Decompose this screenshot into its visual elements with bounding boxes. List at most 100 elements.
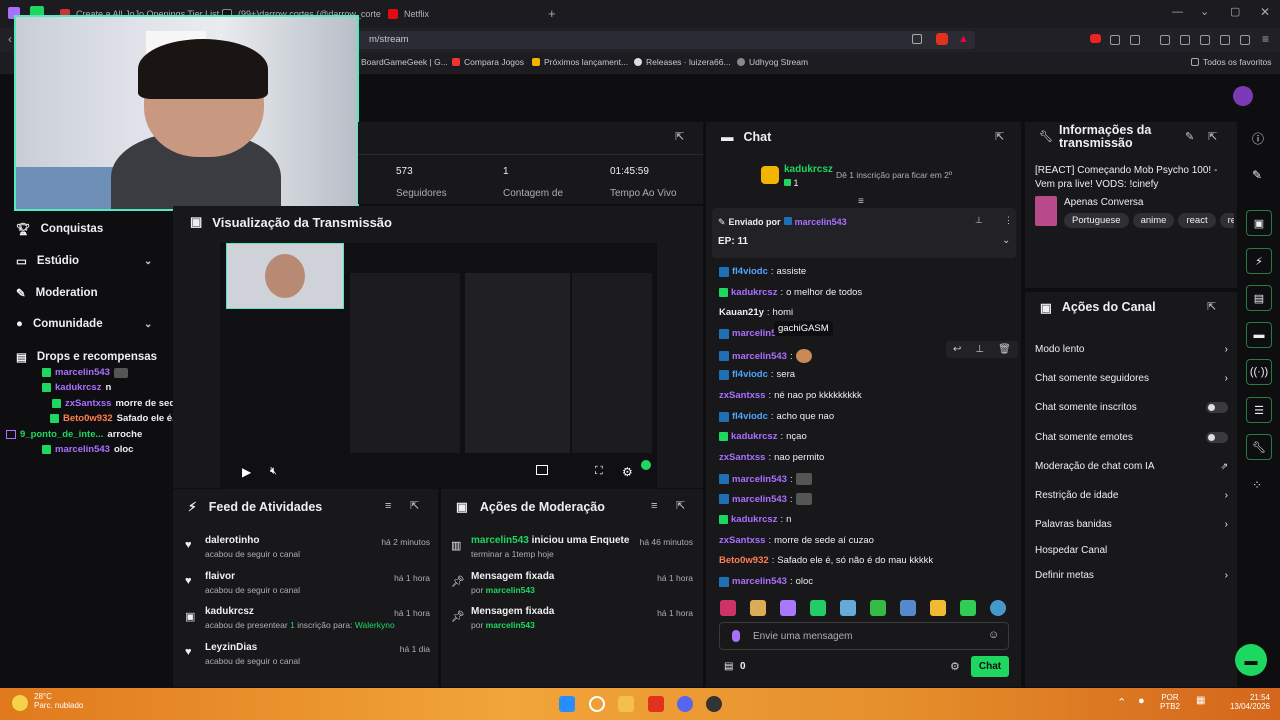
url-field[interactable]: m/stream	[355, 31, 975, 49]
action-age-restriction[interactable]: Restrição de idade ›	[1035, 490, 1228, 501]
start-icon[interactable]	[559, 696, 575, 712]
bookmark-udhyog[interactable]: Udhyog Stream	[737, 57, 808, 67]
network-icon[interactable]: ▦	[1196, 695, 1205, 706]
tag[interactable]: Portuguese	[1064, 213, 1129, 228]
mic-icon[interactable]	[732, 630, 740, 642]
rail-camera-button[interactable]: ▣	[1246, 210, 1272, 236]
chat-input[interactable]: Envie uma mensagem ☺	[719, 622, 1009, 650]
rail-wrench-button[interactable]: 🔧︎	[1246, 434, 1272, 460]
rail-bolt-button[interactable]: ⚡︎	[1246, 248, 1272, 274]
leo-icon[interactable]	[1220, 35, 1230, 45]
vpn-icon[interactable]	[1240, 35, 1250, 45]
subscribers-only-toggle[interactable]	[1206, 402, 1228, 413]
popout-icon[interactable]: ⇱	[1208, 130, 1217, 143]
filter-icon[interactable]: ≡	[651, 500, 657, 512]
help-chat-button[interactable]: ▬	[1235, 644, 1267, 676]
action-subscribers-only[interactable]: Chat somente inscritos	[1035, 402, 1228, 413]
preview-video[interactable]: ▶ 🔇︎ ⛶ ⚙︎	[220, 243, 657, 489]
emote-icon[interactable]	[930, 600, 946, 616]
sidebar-item-moderation[interactable]: ✎ Moderation	[16, 286, 98, 300]
media-icon[interactable]	[1160, 35, 1170, 45]
action-set-goals[interactable]: Definir metas ›	[1035, 570, 1228, 581]
emote-icon[interactable]	[810, 600, 826, 616]
action-followers-only[interactable]: Chat somente seguidores ›	[1035, 373, 1228, 384]
chat-message[interactable]: marcelin543:	[719, 493, 812, 505]
action-banned-words[interactable]: Palavras banidas ›	[1035, 519, 1228, 530]
popout-icon[interactable]: ⇱	[675, 130, 684, 143]
emoji-icon[interactable]: ☺	[988, 629, 999, 641]
chat-message[interactable]: marcelin543:	[719, 473, 812, 485]
play-icon[interactable]: ▶	[242, 465, 251, 479]
chat-message[interactable]: zxSantxss: né nao po kkkkkkkkk	[719, 390, 862, 401]
menu-icon[interactable]: ≡	[1262, 32, 1269, 46]
emote-icon[interactable]	[840, 600, 856, 616]
chat-message[interactable]: fl4viodc: sera	[719, 369, 795, 380]
brave-shield-icon[interactable]	[936, 33, 948, 45]
sidebar-icon[interactable]	[1180, 35, 1190, 45]
chat-message[interactable]: marcelin543: oloc	[719, 576, 813, 587]
popout-icon[interactable]: ⇱	[676, 499, 685, 512]
bookmark-proximos[interactable]: Próximos lançament...	[532, 57, 628, 67]
maximize-icon[interactable]: ▢	[1230, 5, 1240, 18]
tray-chevron-icon[interactable]: ⌃	[1117, 696, 1126, 709]
popout-icon[interactable]: ⇱	[410, 499, 419, 512]
pin-icon[interactable]: ⊥	[975, 344, 984, 355]
sidebar-item-comunidade[interactable]: ● Comunidade ⌄	[16, 318, 152, 330]
action-host-channel[interactable]: Hospedar Canal	[1035, 545, 1228, 556]
extension-icon[interactable]	[1110, 35, 1120, 45]
gift-prompt[interactable]: Dê 1 inscrição para ficar em 2º	[836, 170, 952, 180]
tag[interactable]: react	[1178, 213, 1216, 228]
emote-icon[interactable]	[990, 600, 1006, 616]
fullscreen-icon[interactable]: ⛶	[595, 465, 603, 478]
theater-icon[interactable]	[536, 465, 548, 475]
chat-message[interactable]: zxSantxss: morre de sede aí cuzao	[719, 535, 874, 546]
sidebar-item-drops[interactable]: ▤ Drops e recompensas	[16, 350, 157, 364]
category-name[interactable]: Apenas Conversa	[1064, 197, 1144, 208]
youtube-ext-icon[interactable]	[1090, 34, 1101, 43]
close-icon[interactable]: ✕	[1260, 5, 1270, 19]
chat-message[interactable]: kadukrcsz: o melhor de todos	[719, 287, 862, 298]
emote-icon[interactable]	[750, 600, 766, 616]
sidebar-item-conquistas[interactable]: 🏆︎ Conquistas	[16, 222, 103, 236]
action-ai-moderation[interactable]: Moderação de chat com IA ⇗	[1035, 461, 1228, 472]
reply-icon[interactable]: ↩	[953, 344, 961, 355]
back-icon[interactable]: ‹	[8, 32, 12, 46]
emote-icon[interactable]	[720, 600, 736, 616]
rewards-icon[interactable]: ▲	[958, 33, 969, 45]
tab-netflix[interactable]: Netflix	[388, 4, 429, 24]
rail-list-button[interactable]: ☰	[1246, 397, 1272, 423]
emote-icon[interactable]	[870, 600, 886, 616]
file-explorer-icon[interactable]	[618, 696, 634, 712]
rail-chat-button[interactable]: ▬	[1246, 322, 1272, 348]
brave-icon[interactable]	[648, 696, 664, 712]
chevron-down-icon[interactable]: ⌄	[1002, 235, 1010, 246]
bookmark-releases[interactable]: Releases · luizera66...	[634, 57, 731, 67]
action-slow-mode[interactable]: Modo lento ›	[1035, 344, 1228, 355]
more-tools-icon[interactable]: ⁘	[1252, 478, 1262, 492]
tag[interactable]: re	[1219, 213, 1234, 228]
mute-icon[interactable]: 🔇︎	[270, 465, 277, 478]
popout-icon[interactable]: ⇱	[1207, 300, 1216, 313]
search-icon[interactable]	[589, 696, 605, 712]
chat-message[interactable]: zxSantxss: nao permito	[719, 452, 824, 463]
chat-message[interactable]: Beto0w932: Safado ele é, só não é do mau…	[719, 555, 933, 566]
mic-tray-icon[interactable]: ●	[1138, 695, 1145, 707]
tab-list-icon[interactable]: ⌄	[1200, 5, 1209, 18]
screenshot-icon[interactable]	[1130, 35, 1140, 45]
chevron-down-icon[interactable]: ≡	[858, 196, 864, 207]
edit-icon[interactable]: ✎	[1185, 130, 1194, 143]
chat-message[interactable]: fl4viodc: assiste	[719, 266, 806, 277]
edit-icon[interactable]: ✎	[1252, 168, 1262, 182]
weather-widget[interactable]: 28°C Parc. nublado	[34, 692, 83, 710]
sidebar-item-estudio[interactable]: ▭ Estúdio ⌄	[16, 254, 152, 268]
popout-icon[interactable]: ⇱	[995, 130, 1004, 143]
emotes-only-toggle[interactable]	[1206, 432, 1228, 443]
chat-message[interactable]: fl4viodc: acho que nao	[719, 411, 834, 422]
all-favorites[interactable]: Todos os favoritos	[1191, 57, 1272, 67]
emote-icon[interactable]	[780, 600, 796, 616]
pin-icon[interactable]: ⊥	[975, 215, 983, 226]
obs-icon[interactable]	[706, 696, 722, 712]
avatar[interactable]	[1233, 86, 1253, 106]
rail-doc-button[interactable]: ▤	[1246, 285, 1272, 311]
delete-icon[interactable]: 🗑︎	[998, 344, 1011, 355]
